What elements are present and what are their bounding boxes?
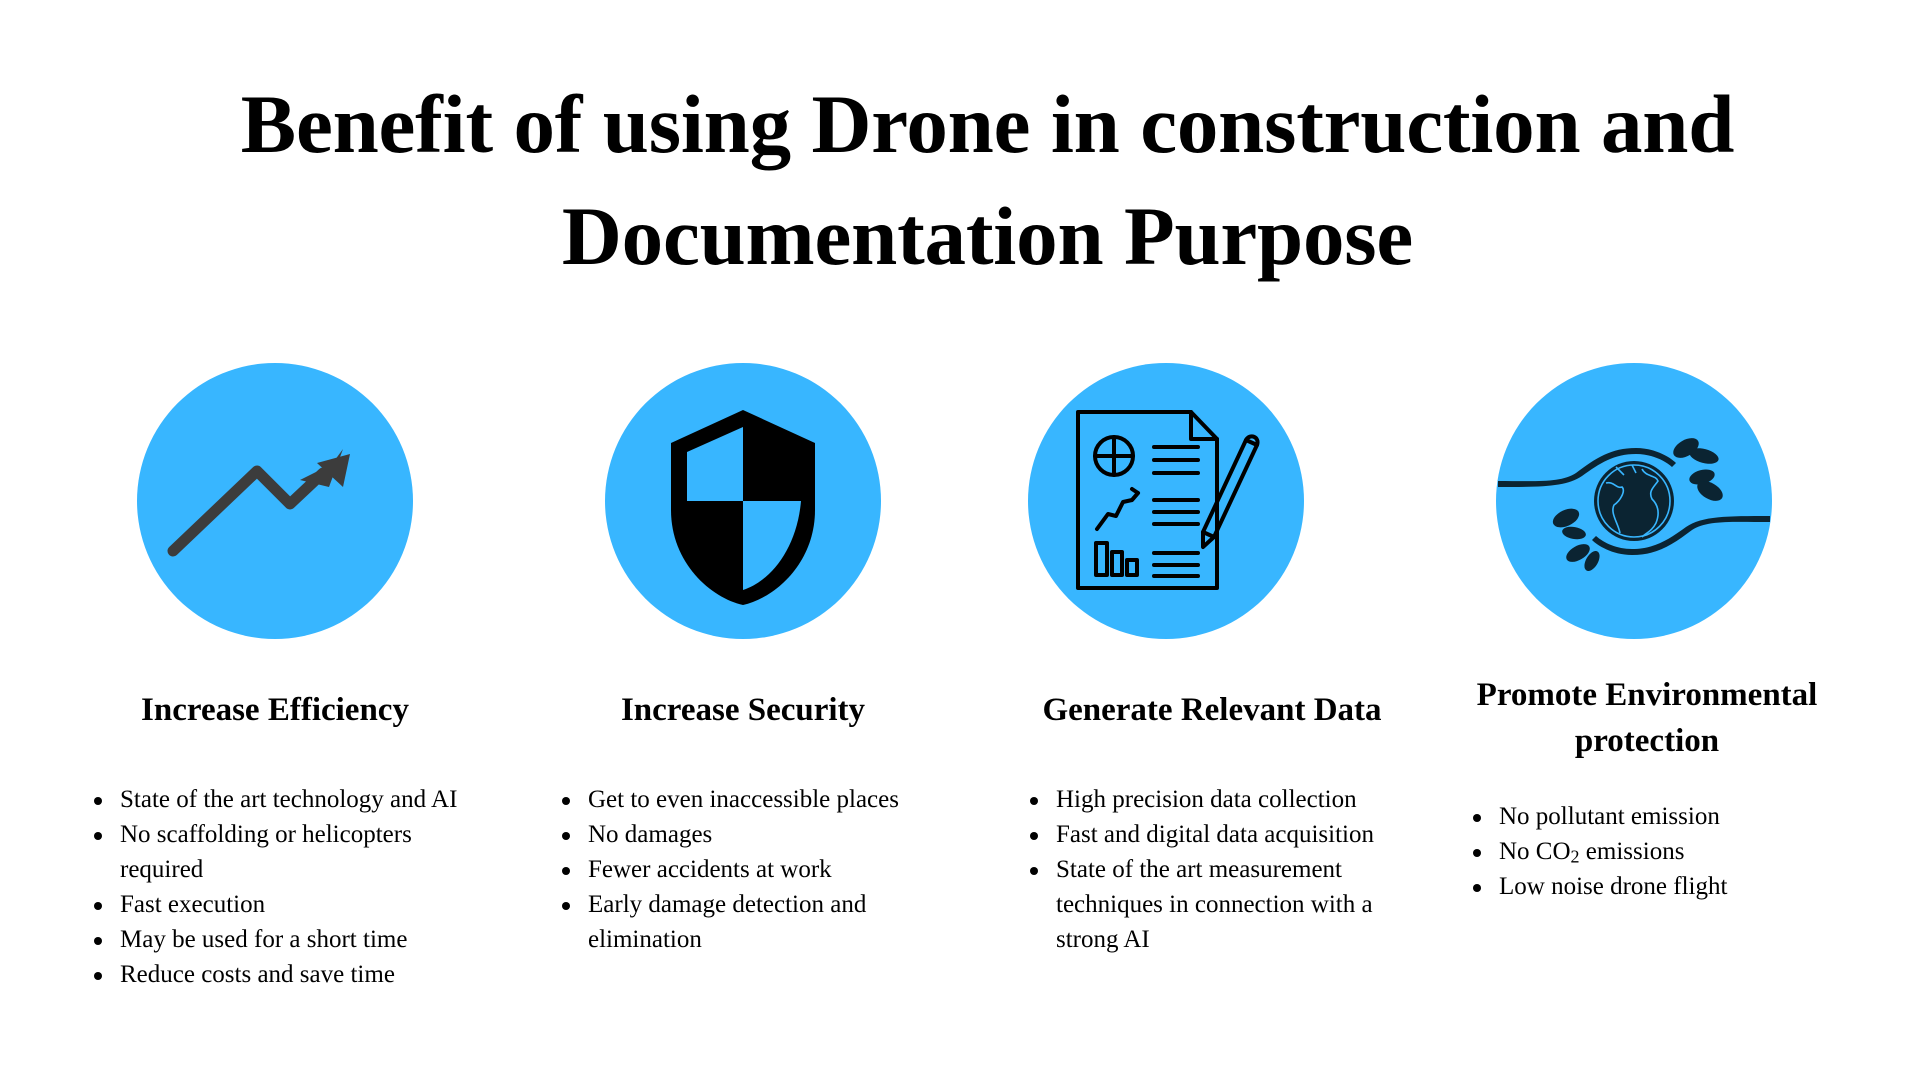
data-icon-circle [1028,363,1304,639]
data-benefit-list: High precision data collection Fast and … [1030,782,1390,957]
benefit-heading-security: Increase Security [620,692,866,728]
list-item: No damages [562,817,922,852]
list-item: Reduce costs and save time [94,957,494,992]
page-title-line-1: Benefit of using Drone in construction a… [240,78,1735,170]
efficiency-icon-circle [137,363,413,639]
benefit-heading-efficiency: Increase Efficiency [141,692,409,728]
list-item: Fewer accidents at work [562,852,922,887]
page-title: Benefit of using Drone in construction a… [0,68,1920,292]
security-icon-circle [605,363,881,639]
list-item: No pollutant emission [1473,799,1833,834]
environment-icon-circle [1496,363,1772,639]
list-item: Fast execution [94,887,494,922]
benefit-heading-data: Generate Relevant Data [1042,692,1382,728]
list-item: No scaffolding or helicopters required [94,817,420,887]
globe-hands-leaves-icon [1498,438,1770,571]
environment-benefit-list: No pollutant emission No CO2 emissions L… [1473,799,1833,904]
security-benefit-list: Get to even inaccessible places No damag… [562,782,922,957]
list-item: Fast and digital data acquisition [1030,817,1390,852]
list-item: Get to even inaccessible places [562,782,922,817]
co2-prefix: No CO [1499,838,1571,865]
list-item: Low noise drone flight [1473,869,1833,904]
page-title-line-2: Documentation Purpose [561,190,1414,282]
list-item: Early damage detection and elimination [562,887,888,957]
efficiency-benefit-list: State of the art technology and AI No sc… [94,782,494,992]
list-item: High precision data collection [1030,782,1390,817]
list-item: No CO2 emissions [1473,834,1833,869]
benefit-heading-environment: Promote Environmental protection [1476,677,1818,759]
co2-subscript: 2 [1570,846,1580,867]
list-item: State of the art measurement techniques … [1030,852,1386,957]
report-document-pencil-icon [1076,410,1260,590]
co2-suffix: emissions [1579,838,1685,865]
list-item: State of the art technology and AI [94,782,494,817]
shield-icon [671,410,815,605]
list-item: May be used for a short time [94,922,494,957]
trending-up-arrow-icon [167,449,350,557]
